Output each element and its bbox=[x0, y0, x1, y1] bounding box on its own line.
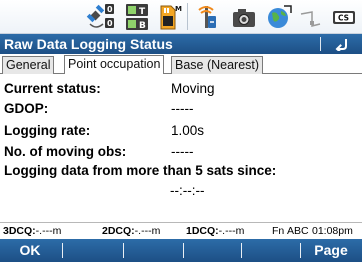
title-bar: Raw Data Logging Status bbox=[0, 34, 362, 54]
camera-icon[interactable] bbox=[229, 2, 259, 32]
logging-rate-value: 1.00s bbox=[171, 123, 205, 138]
softkey-f3[interactable] bbox=[123, 239, 183, 262]
dcq1-label: 1DCQ: bbox=[186, 225, 219, 237]
clock-time: 01:08pm bbox=[312, 225, 353, 237]
page-title: Raw Data Logging Status bbox=[4, 36, 173, 52]
softkey-f6-page[interactable]: Page bbox=[300, 239, 362, 262]
dcq3-label: 3DCQ: bbox=[3, 225, 36, 237]
tab-general[interactable]: General bbox=[2, 56, 55, 74]
softkey-f1-ok[interactable]: OK bbox=[0, 239, 60, 262]
softkey-f5[interactable] bbox=[241, 239, 301, 262]
return-arrow-icon bbox=[335, 39, 347, 51]
keyboard-caption: CS bbox=[338, 14, 349, 23]
dcq2-label: 2DCQ: bbox=[102, 225, 135, 237]
battery-memory-icon[interactable]: T B bbox=[122, 2, 152, 32]
moving-obs-value: ----- bbox=[171, 144, 194, 159]
tab-point-occupation[interactable]: Point occupation bbox=[64, 55, 165, 74]
sat-count-top: 0 bbox=[107, 5, 113, 14]
input-mode-indicator: ABC bbox=[287, 225, 309, 237]
logging-rate-label: Logging rate: bbox=[4, 123, 91, 138]
fn-indicator: Fn bbox=[272, 225, 285, 237]
title-divider bbox=[320, 37, 321, 51]
dcq3-value: -.---m bbox=[35, 225, 62, 237]
status-panel: Current status: Moving GDOP: ----- Loggi… bbox=[0, 75, 362, 225]
battery-caption: T bbox=[139, 7, 146, 17]
line-measure-icon[interactable] bbox=[298, 2, 324, 32]
dcq2-value: -.---m bbox=[134, 225, 161, 237]
keyboard-cs-icon[interactable]: CS bbox=[330, 2, 358, 32]
tab-base-nearest[interactable]: Base (Nearest) bbox=[171, 56, 264, 74]
logging-since-value: --:--:-- bbox=[170, 183, 205, 198]
top-icon-toolbar: 0 0 T B M CS bbox=[0, 0, 362, 34]
back-button[interactable] bbox=[330, 35, 354, 53]
dcq1-value: -.---m bbox=[218, 225, 245, 237]
tab-strip: General Point occupation Base (Nearest) bbox=[0, 55, 362, 74]
logging-since-label: Logging data from more than 5 sats since… bbox=[4, 163, 277, 178]
moving-obs-label: No. of moving obs: bbox=[4, 144, 127, 159]
sd-caption: M bbox=[175, 5, 182, 13]
softkey-f2[interactable] bbox=[62, 239, 122, 262]
antenna-rtk-icon[interactable] bbox=[193, 2, 221, 32]
gdop-value: ----- bbox=[171, 101, 194, 116]
softkey-bar: OK Page bbox=[0, 239, 362, 262]
gdop-label: GDOP: bbox=[4, 101, 49, 116]
status-bar: 3DCQ:-.---m 2DCQ:-.---m 1DCQ:-.---m Fn A… bbox=[0, 222, 362, 239]
globe-network-icon[interactable] bbox=[264, 2, 294, 32]
memory-caption: B bbox=[139, 21, 146, 31]
current-status-value: Moving bbox=[171, 81, 215, 96]
satellite-tracking-icon[interactable]: 0 0 bbox=[86, 2, 120, 32]
softkey-f4[interactable] bbox=[183, 239, 243, 262]
current-status-label: Current status: bbox=[4, 81, 101, 96]
sat-count-bottom: 0 bbox=[107, 19, 113, 28]
sd-card-icon[interactable]: M bbox=[156, 2, 182, 32]
